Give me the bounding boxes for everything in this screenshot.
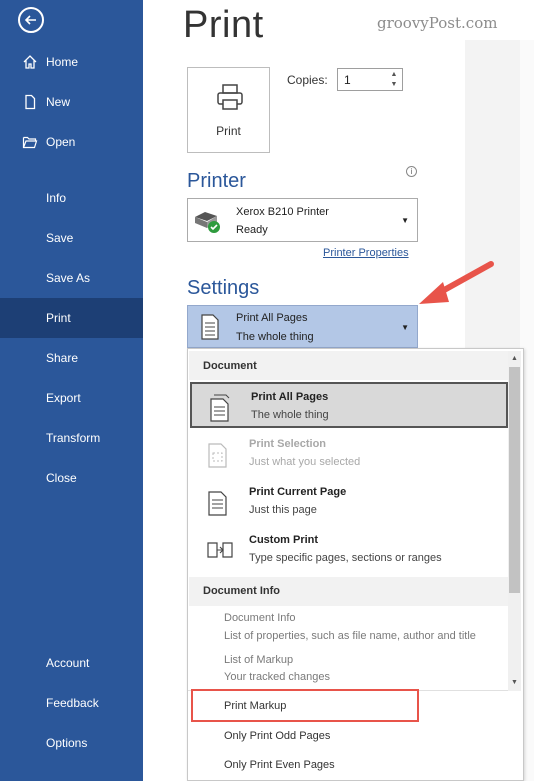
sidebar-item-label: Options	[46, 736, 88, 750]
info-icon[interactable]: i	[406, 166, 417, 177]
settings-heading: Settings	[187, 277, 260, 299]
sidebar-item-label: Feedback	[46, 696, 99, 710]
sidebar-item-label: Open	[46, 135, 76, 149]
printer-icon	[217, 84, 243, 110]
printer-heading: Printer	[187, 170, 246, 192]
printer-name: Xerox B210 Printer	[236, 206, 329, 218]
option-document-info[interactable]: Document Info	[224, 612, 296, 624]
printer-select[interactable]: Xerox B210 Printer Ready ▼	[187, 198, 418, 242]
sidebar-item-label: Save	[46, 231, 74, 245]
folder-open-icon	[22, 136, 38, 149]
sidebar-item-label: Close	[46, 471, 77, 485]
option-print-current-page[interactable]: Print Current Page Just this page	[190, 479, 508, 525]
sidebar-item-label: Account	[46, 656, 90, 670]
option-list-of-markup-sub: Your tracked changes	[224, 671, 330, 683]
sidebar-item-account[interactable]: Account	[0, 643, 143, 683]
sidebar-item-label: Export	[46, 391, 81, 405]
backstage-sidebar: Home New Open Info Save Save As Print Sh…	[0, 0, 143, 781]
sidebar-item-label: Transform	[46, 431, 101, 445]
option-odd-pages[interactable]: Only Print Odd Pages	[224, 730, 330, 742]
option-sub: Just this page	[249, 504, 317, 516]
print-range-title: Print All Pages	[236, 312, 308, 324]
annotation-arrow-icon	[419, 261, 494, 304]
sidebar-item-options[interactable]: Options	[0, 723, 143, 763]
sidebar-item-open[interactable]: Open	[0, 122, 143, 162]
printer-status: Ready	[236, 224, 268, 236]
sidebar-item-share[interactable]: Share	[0, 338, 143, 378]
sidebar-item-print[interactable]: Print	[0, 298, 143, 338]
page-title: Print	[183, 4, 264, 46]
option-sub: Type specific pages, sections or ranges	[249, 552, 442, 564]
all-pages-icon	[210, 394, 230, 422]
custom-print-icon	[207, 542, 233, 558]
option-sub: Just what you selected	[249, 456, 361, 468]
sidebar-item-label: Share	[46, 351, 79, 365]
increment-button[interactable]: ▲	[389, 70, 399, 79]
home-icon	[23, 55, 37, 69]
option-title: Print Current Page	[249, 486, 347, 498]
sidebar-item-label: Info	[46, 191, 67, 205]
current-page-icon	[208, 491, 227, 516]
sidebar-item-transform[interactable]: Transform	[0, 418, 143, 458]
dropdown-scrollbar[interactable]: ▲ ▼	[508, 351, 521, 691]
print-button[interactable]: Print	[187, 67, 270, 153]
back-arrow-icon	[24, 15, 36, 25]
option-even-pages[interactable]: Only Print Even Pages	[224, 759, 335, 771]
print-range-sub: The whole thing	[236, 331, 314, 343]
option-title: Print All Pages	[251, 391, 329, 403]
option-sub: The whole thing	[251, 409, 329, 421]
watermark: groovyPost.com	[377, 14, 498, 32]
option-custom-print[interactable]: Custom Print Type specific pages, sectio…	[190, 527, 508, 573]
option-document-info-sub: List of properties, such as file name, a…	[224, 630, 476, 642]
selection-icon	[208, 443, 227, 468]
print-range-select[interactable]: Print All Pages The whole thing ▼	[187, 305, 418, 348]
sidebar-item-label: Save As	[46, 271, 91, 285]
document-section-title: Document	[203, 360, 257, 372]
new-document-icon	[25, 94, 36, 110]
back-button[interactable]	[18, 7, 44, 33]
sidebar-item-info[interactable]: Info	[0, 178, 143, 218]
sidebar-item-save[interactable]: Save	[0, 218, 143, 258]
sidebar-item-home[interactable]: Home	[0, 42, 143, 82]
scroll-thumb[interactable]	[509, 367, 520, 593]
option-print-selection: Print Selection Just what you selected	[190, 431, 508, 477]
sidebar-item-save-as[interactable]: Save As	[0, 258, 143, 298]
option-print-all-pages[interactable]: Print All Pages The whole thing	[190, 382, 508, 428]
scroll-down-icon[interactable]: ▼	[508, 677, 521, 689]
scroll-up-icon[interactable]: ▲	[508, 353, 521, 365]
sidebar-item-close[interactable]: Close	[0, 458, 143, 498]
sidebar-item-export[interactable]: Export	[0, 378, 143, 418]
sidebar-item-feedback[interactable]: Feedback	[0, 683, 143, 723]
copies-stepper[interactable]: 1 ▲ ▼	[337, 68, 403, 91]
option-title: Custom Print	[249, 534, 319, 546]
copies-label: Copies:	[287, 73, 328, 87]
all-pages-icon	[201, 314, 219, 340]
sidebar-item-label: Home	[46, 55, 79, 69]
copies-value: 1	[344, 73, 351, 87]
document-info-section-title: Document Info	[203, 585, 280, 597]
sidebar-item-label: Print	[46, 311, 71, 325]
sidebar-item-label: New	[46, 95, 71, 109]
option-title: Print Selection	[249, 438, 327, 450]
chevron-down-icon: ▼	[401, 216, 409, 225]
sidebar-item-new[interactable]: New	[0, 82, 143, 122]
print-button-label: Print	[216, 124, 241, 138]
annotation-highlight-box	[191, 689, 419, 722]
chevron-down-icon: ▼	[401, 323, 409, 332]
option-list-of-markup[interactable]: List of Markup	[224, 654, 293, 666]
printer-ready-icon	[195, 212, 220, 233]
printer-properties-link[interactable]: Printer Properties	[323, 247, 409, 259]
decrement-button[interactable]: ▼	[389, 80, 399, 89]
